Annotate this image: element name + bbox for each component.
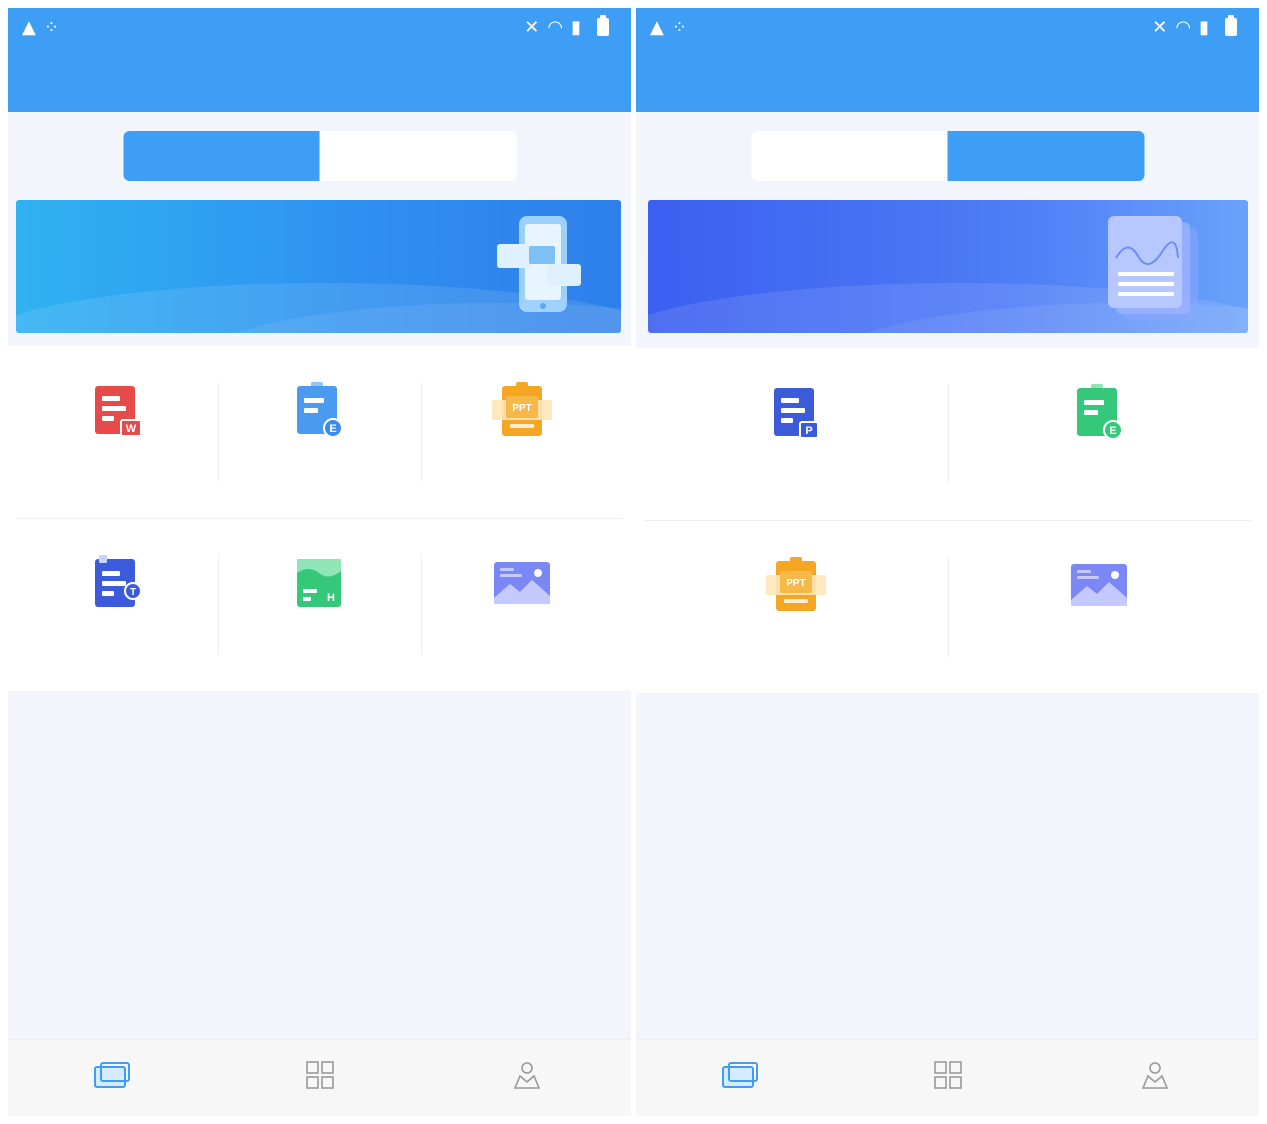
tab-pdf-to-other[interactable] [123, 131, 320, 181]
nav-convert[interactable] [8, 1040, 216, 1116]
phone-screen-left: ▲ ⁘ ✕ ◠ ▮ W E PPT T H [8, 8, 631, 1116]
tool-pdf-to-html[interactable]: H [218, 519, 420, 691]
svg-text:W: W [126, 423, 137, 435]
status-bar: ▲ ⁘ ✕ ◠ ▮ [8, 8, 631, 46]
phone-screen-right: ▲ ⁘ ✕ ◠ ▮ P E PPT [636, 8, 1259, 1116]
bottom-nav [636, 1039, 1259, 1116]
warning-icon: ▲ [650, 16, 664, 38]
svg-text:T: T [130, 587, 136, 598]
svg-text:PPT: PPT [786, 578, 805, 589]
nav-files[interactable] [216, 1040, 424, 1116]
tab-pdf-to-other[interactable] [751, 131, 948, 181]
doc-word-icon: W [95, 386, 143, 437]
warning-icon: ▲ [22, 16, 36, 38]
profile-icon [513, 1062, 541, 1089]
document-stack-illustration-icon [1108, 216, 1198, 320]
signal-icon: ▮ [1199, 16, 1209, 38]
app-grid-icon: ⁘ [43, 16, 59, 38]
svg-text:H: H [328, 592, 336, 604]
bottom-nav [8, 1039, 631, 1116]
svg-text:PPT: PPT [512, 403, 531, 414]
tab-other-to-pdf[interactable] [947, 131, 1144, 181]
phone-illustration-icon [497, 216, 581, 312]
promo-banner[interactable] [16, 200, 621, 333]
doc-txt-icon: T [95, 555, 143, 607]
tool-excel-to-pdf[interactable]: E [947, 348, 1252, 520]
image-icon [1071, 564, 1128, 606]
convert-icon [93, 1062, 130, 1088]
convert-icon [721, 1062, 758, 1088]
doc-ppt-icon: PPT [491, 382, 552, 436]
conversion-grid: P E PPT [636, 348, 1259, 693]
tab-other-to-pdf[interactable] [320, 131, 517, 181]
battery-icon [1225, 15, 1237, 36]
tool-image-to-pdf[interactable] [947, 521, 1252, 693]
doc-ppt-icon: PPT [765, 557, 826, 611]
tool-ppt-to-pdf[interactable]: PPT [644, 521, 948, 693]
app-grid-icon: ⁘ [671, 16, 687, 38]
tool-pdf-to-excel[interactable]: E [218, 346, 420, 518]
svg-text:E: E [330, 423, 337, 435]
promo-banner[interactable] [648, 200, 1248, 333]
tab-switcher [751, 131, 1144, 181]
mute-icon: ✕ [1152, 16, 1168, 38]
signal-icon: ▮ [571, 16, 581, 38]
mute-icon: ✕ [524, 16, 540, 38]
page-title [636, 46, 1259, 112]
nav-convert[interactable] [636, 1040, 844, 1116]
tool-pdf-to-word[interactable]: W [16, 346, 218, 518]
image-icon [493, 562, 550, 604]
svg-text:E: E [1110, 425, 1117, 437]
page-title [8, 46, 631, 112]
svg-text:P: P [805, 425, 812, 437]
files-icon [305, 1061, 334, 1089]
profile-icon [1141, 1062, 1169, 1089]
doc-excel-icon: E [297, 382, 344, 438]
conversion-grid: W E PPT T H [8, 346, 631, 691]
doc-html-icon: H [297, 559, 342, 607]
battery-icon [597, 15, 609, 36]
tab-switcher [123, 131, 516, 181]
nav-files[interactable] [844, 1040, 1052, 1116]
doc-excel-icon: E [1077, 384, 1124, 440]
tool-pdf-to-image[interactable] [420, 519, 623, 691]
tool-word-to-pdf[interactable]: P [644, 348, 948, 520]
doc-word-icon: P [773, 388, 819, 439]
tool-pdf-to-ppt[interactable]: PPT [420, 346, 623, 518]
nav-profile[interactable] [1051, 1040, 1259, 1116]
status-bar: ▲ ⁘ ✕ ◠ ▮ [636, 8, 1259, 46]
screenshot-pair: ▲ ⁘ ✕ ◠ ▮ W E PPT T H ▲ ⁘ ✕ ◠ ▮ P E PPT [0, 0, 1267, 1124]
nav-profile[interactable] [423, 1040, 631, 1116]
tool-pdf-to-txt[interactable]: T [16, 519, 218, 691]
wifi-icon: ◠ [1175, 16, 1192, 38]
wifi-icon: ◠ [547, 16, 564, 38]
files-icon [933, 1061, 962, 1089]
